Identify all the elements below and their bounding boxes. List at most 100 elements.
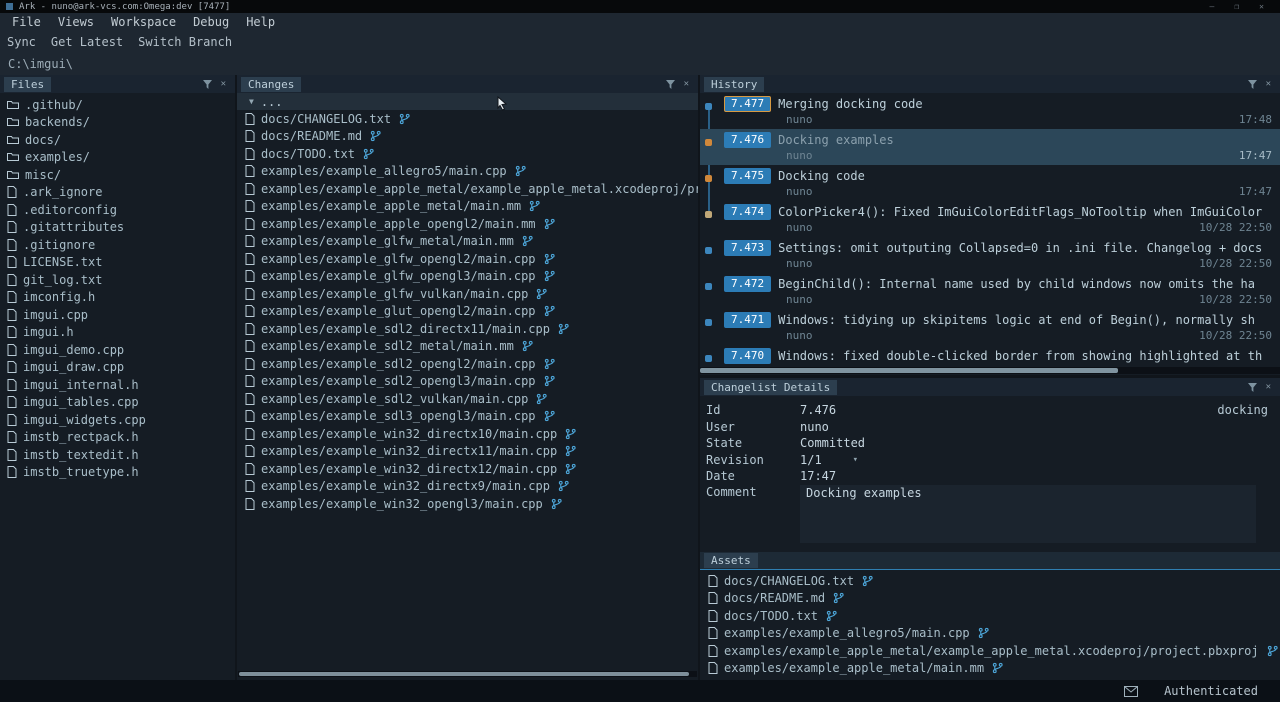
history-row[interactable]: 7.472 BeginChild(): Internal name used b… [700,273,1280,309]
revision-badge[interactable]: 7.473 [724,240,771,256]
history-row[interactable]: 7.473 Settings: omit outputing Collapsed… [700,237,1280,273]
file-tree-item[interactable]: .editorconfig [0,201,235,219]
revision-badge[interactable]: 7.474 [724,204,771,220]
history-row[interactable]: 7.471 Windows: tidying up skipitems logi… [700,309,1280,345]
asset-row[interactable]: docs/README.md [700,590,1280,608]
changed-file-row[interactable]: examples/example_apple_metal/example_app… [237,180,698,198]
file-tree-item[interactable]: .ark_ignore [0,184,235,202]
file-tree-item[interactable]: .gitignore [0,236,235,254]
changed-file-row[interactable]: docs/README.md [237,128,698,146]
commit-title: Docking code [778,169,865,183]
changed-file-row[interactable]: docs/CHANGELOG.txt [237,110,698,128]
changed-file-row[interactable]: docs/TODO.txt [237,145,698,163]
scrollbar-thumb[interactable] [700,368,1118,373]
changed-file-row[interactable]: examples/example_apple_metal/main.mm [237,198,698,216]
file-tree-item[interactable]: imstb_rectpack.h [0,429,235,447]
folder-icon [7,135,19,145]
filter-icon[interactable] [203,80,212,89]
file-tree-item[interactable]: imstb_truetype.h [0,464,235,482]
changed-file-row[interactable]: examples/example_sdl2_opengl2/main.cpp [237,355,698,373]
file-tree-item[interactable]: docs/ [0,131,235,149]
close-panel-icon[interactable]: ✕ [1266,79,1271,89]
changed-file-row[interactable]: examples/example_glfw_opengl3/main.cpp [237,268,698,286]
changed-file-row[interactable]: examples/example_glfw_opengl2/main.cpp [237,250,698,268]
history-row[interactable]: 7.476 Docking examples nuno 17:47 [700,129,1280,165]
changed-file-row[interactable]: examples/example_apple_opengl2/main.mm [237,215,698,233]
revision-select[interactable]: 1/1 ▾ [800,453,858,467]
menu-item[interactable]: File [12,15,41,29]
file-tree-item[interactable]: git_log.txt [0,271,235,289]
file-tree-item[interactable]: imgui_draw.cpp [0,359,235,377]
file-tree-item[interactable]: LICENSE.txt [0,254,235,272]
menu-item[interactable]: Help [246,15,275,29]
scrollbar-thumb[interactable] [239,672,689,676]
file-icon [245,253,255,265]
asset-row[interactable]: docs/CHANGELOG.txt [700,572,1280,590]
toolbar-button[interactable]: Switch Branch [138,35,232,49]
changed-file-row[interactable]: examples/example_sdl3_opengl3/main.cpp [237,408,698,426]
close-panel-icon[interactable]: ✕ [1266,382,1271,392]
revision-badge[interactable]: 7.477 [724,96,771,112]
changed-file-row[interactable]: examples/example_sdl2_opengl3/main.cpp [237,373,698,391]
file-tree-item[interactable]: .gitattributes [0,219,235,237]
menu-item[interactable]: Debug [193,15,229,29]
history-row[interactable]: 7.474 ColorPicker4(): Fixed ImGuiColorEd… [700,201,1280,237]
changed-file-row[interactable]: examples/example_sdl2_vulkan/main.cpp [237,390,698,408]
file-tree-item[interactable]: misc/ [0,166,235,184]
revision-badge[interactable]: 7.475 [724,168,771,184]
filter-icon[interactable] [1248,383,1257,392]
commit-time: 17:47 [1239,185,1272,198]
titlebar: Ark - nuno@ark-vcs.com:Omega:dev [7477] … [0,0,1280,13]
changed-file-row[interactable]: examples/example_allegro5/main.cpp [237,163,698,181]
comment-field[interactable]: Docking examples [800,485,1256,543]
changed-file-row[interactable]: examples/example_glut_opengl2/main.cpp [237,303,698,321]
history-row[interactable]: 7.477 Merging docking code nuno 17:48 [700,93,1280,129]
file-tree-item[interactable]: imgui.h [0,324,235,342]
file-tree-item[interactable]: imgui_tables.cpp [0,394,235,412]
changed-file-row[interactable]: examples/example_win32_directx9/main.cpp [237,478,698,496]
file-name: backends/ [25,115,90,129]
menu-item[interactable]: Workspace [111,15,176,29]
file-tree-item[interactable]: imstb_textedit.h [0,446,235,464]
asset-row[interactable]: docs/TODO.txt [700,607,1280,625]
close-panel-icon[interactable]: ✕ [221,79,226,89]
changed-file-row[interactable]: examples/example_sdl2_metal/main.mm [237,338,698,356]
filter-icon[interactable] [1248,80,1257,89]
history-row[interactable]: 7.475 Docking code nuno 17:47 [700,165,1280,201]
changed-file-row[interactable]: examples/example_win32_directx10/main.cp… [237,425,698,443]
asset-row[interactable]: examples/example_allegro5/main.cpp [700,625,1280,643]
asset-row[interactable]: examples/example_apple_metal/main.mm [700,660,1280,678]
revision-badge[interactable]: 7.471 [724,312,771,328]
toolbar-button[interactable]: Get Latest [51,35,123,49]
changes-root-row[interactable]: ▼ ... [237,93,698,110]
file-tree-item[interactable]: imgui_demo.cpp [0,341,235,359]
changed-file-row[interactable]: examples/example_win32_opengl3/main.cpp [237,495,698,513]
minimize-icon[interactable]: — [1210,2,1215,11]
close-icon[interactable]: ✕ [1259,2,1264,11]
asset-row[interactable]: examples/example_apple_metal/example_app… [700,642,1280,660]
horizontal-scrollbar[interactable] [700,367,1280,374]
chevron-down-icon[interactable]: ▼ [249,98,254,106]
changed-file-row[interactable]: examples/example_glfw_vulkan/main.cpp [237,285,698,303]
file-tree-item[interactable]: imgui_internal.h [0,376,235,394]
file-tree-item[interactable]: imconfig.h [0,289,235,307]
changed-file-row[interactable]: examples/example_win32_directx12/main.cp… [237,460,698,478]
file-tree-item[interactable]: examples/ [0,149,235,167]
changed-file-row[interactable]: examples/example_win32_directx11/main.cp… [237,443,698,461]
changed-file-row[interactable]: examples/example_sdl2_directx11/main.cpp [237,320,698,338]
revision-badge[interactable]: 7.476 [724,132,771,148]
file-tree-item[interactable]: imgui.cpp [0,306,235,324]
menu-item[interactable]: Views [58,15,94,29]
horizontal-scrollbar[interactable] [238,671,697,677]
filter-icon[interactable] [666,80,675,89]
close-panel-icon[interactable]: ✕ [684,79,689,89]
history-row[interactable]: 7.470 Windows: fixed double-clicked bord… [700,345,1280,367]
toolbar-button[interactable]: Sync [7,35,36,49]
maximize-icon[interactable]: ❐ [1234,2,1239,11]
file-tree-item[interactable]: backends/ [0,114,235,132]
file-tree-item[interactable]: imgui_widgets.cpp [0,411,235,429]
changed-file-row[interactable]: examples/example_glfw_metal/main.mm [237,233,698,251]
revision-badge[interactable]: 7.472 [724,276,771,292]
revision-badge[interactable]: 7.470 [724,348,771,364]
file-tree-item[interactable]: .github/ [0,96,235,114]
